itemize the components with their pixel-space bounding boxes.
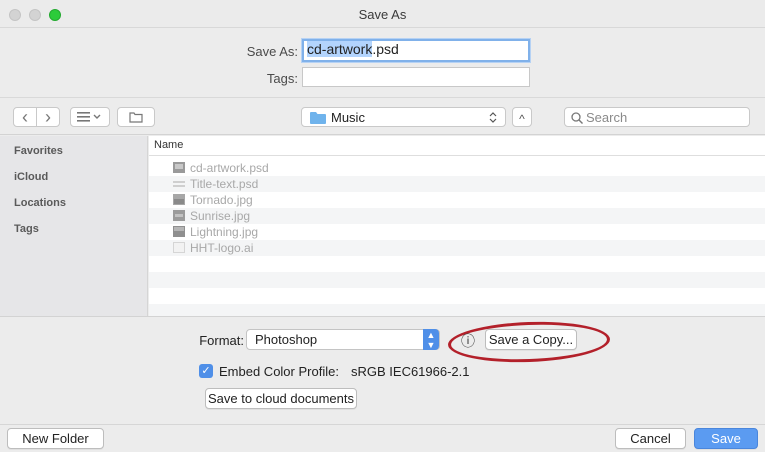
- chevron-up-icon: ^: [519, 111, 525, 126]
- file-row[interactable]: Tornado.jpg: [149, 192, 765, 208]
- collapse-button[interactable]: ^: [512, 107, 532, 127]
- save-button[interactable]: Save: [694, 428, 758, 449]
- new-tab-button[interactable]: [117, 107, 155, 127]
- chevron-left-icon: ‹: [22, 106, 28, 127]
- empty-row: [149, 256, 765, 272]
- format-label: Format:: [199, 333, 244, 348]
- save-options: Format: Photoshop ▲ ▼ ⓘ Save a Copy... ✓ …: [0, 316, 765, 424]
- blank-file-icon: [173, 242, 185, 253]
- format-value: Photoshop: [255, 332, 318, 347]
- filename-selected-text: cd-artwork: [307, 41, 373, 57]
- file-name: HHT-logo.ai: [190, 241, 254, 255]
- embed-profile-label: Embed Color Profile:: [219, 364, 339, 379]
- cancel-button[interactable]: Cancel: [615, 428, 686, 449]
- file-row[interactable]: Title-text.psd: [149, 176, 765, 192]
- file-name: Sunrise.jpg: [190, 209, 251, 223]
- file-row[interactable]: Lightning.jpg: [149, 224, 765, 240]
- folder-outline-icon: [129, 112, 143, 123]
- save-to-cloud-button[interactable]: Save to cloud documents: [205, 388, 357, 409]
- file-row[interactable]: cd-artwork.psd: [149, 160, 765, 176]
- format-select[interactable]: Photoshop ▲ ▼: [246, 329, 440, 350]
- save-as-dialog: Save As Save As: cd-artwork.psd Tags: ‹ …: [0, 0, 765, 452]
- search-placeholder: Search: [586, 110, 628, 125]
- sidebar-item-icloud[interactable]: iCloud: [14, 171, 48, 183]
- up-down-arrows-icon: ▲ ▼: [423, 329, 439, 350]
- tags-input[interactable]: [302, 67, 530, 87]
- forward-button[interactable]: ›: [36, 107, 60, 127]
- search-field[interactable]: Search: [564, 107, 750, 127]
- sidebar: Favorites iCloud Locations Tags: [0, 136, 148, 316]
- image-file-icon: [173, 226, 185, 237]
- image-file-icon: [173, 194, 185, 205]
- file-name: cd-artwork.psd: [190, 161, 269, 175]
- file-name: Tornado.jpg: [190, 193, 253, 207]
- sidebar-item-favorites[interactable]: Favorites: [14, 145, 63, 157]
- location-popup[interactable]: Music: [301, 107, 506, 127]
- info-icon[interactable]: ⓘ: [461, 331, 475, 351]
- browser-toolbar: ‹ › Music ^ Search: [0, 97, 765, 135]
- file-row[interactable]: HHT-logo.ai: [149, 240, 765, 256]
- chevron-right-icon: ›: [45, 106, 51, 127]
- title-bar: Save As: [0, 0, 765, 28]
- image-file-icon: [173, 210, 185, 221]
- new-folder-button[interactable]: New Folder: [7, 428, 104, 449]
- text-file-icon: [173, 181, 185, 187]
- file-name: Lightning.jpg: [190, 225, 259, 239]
- image-file-icon: [173, 162, 185, 173]
- file-list: Name cd-artwork.psd Title-text.psd Torna…: [149, 136, 765, 316]
- filename-section: Save As: cd-artwork.psd Tags:: [0, 29, 765, 97]
- file-row[interactable]: Sunrise.jpg: [149, 208, 765, 224]
- empty-row: [149, 288, 765, 304]
- save-a-copy-button[interactable]: Save a Copy...: [485, 329, 577, 350]
- back-button[interactable]: ‹: [13, 107, 37, 127]
- filename-extension: .psd: [372, 41, 399, 57]
- checkmark-icon: ✓: [201, 365, 211, 377]
- name-column-header[interactable]: Name: [149, 136, 765, 156]
- embed-profile-value: sRGB IEC61966-2.1: [351, 364, 470, 379]
- search-icon: [571, 112, 583, 124]
- empty-row: [149, 272, 765, 288]
- dialog-footer: New Folder Cancel Save: [0, 424, 765, 452]
- location-label: Music: [331, 110, 365, 125]
- folder-icon: [310, 112, 326, 124]
- save-as-label: Save As:: [246, 44, 298, 59]
- filename-input[interactable]: cd-artwork.psd: [302, 39, 530, 62]
- file-name: Title-text.psd: [190, 177, 259, 191]
- sidebar-item-locations[interactable]: Locations: [14, 197, 66, 209]
- view-options-button[interactable]: [70, 107, 110, 127]
- window-title: Save As: [358, 7, 407, 22]
- list-view-icon: [77, 112, 101, 122]
- empty-row: [149, 304, 765, 316]
- sidebar-item-tags[interactable]: Tags: [14, 223, 39, 235]
- tags-label: Tags:: [266, 71, 298, 86]
- up-down-arrows-icon: [489, 112, 497, 123]
- embed-profile-checkbox[interactable]: ✓: [199, 364, 213, 378]
